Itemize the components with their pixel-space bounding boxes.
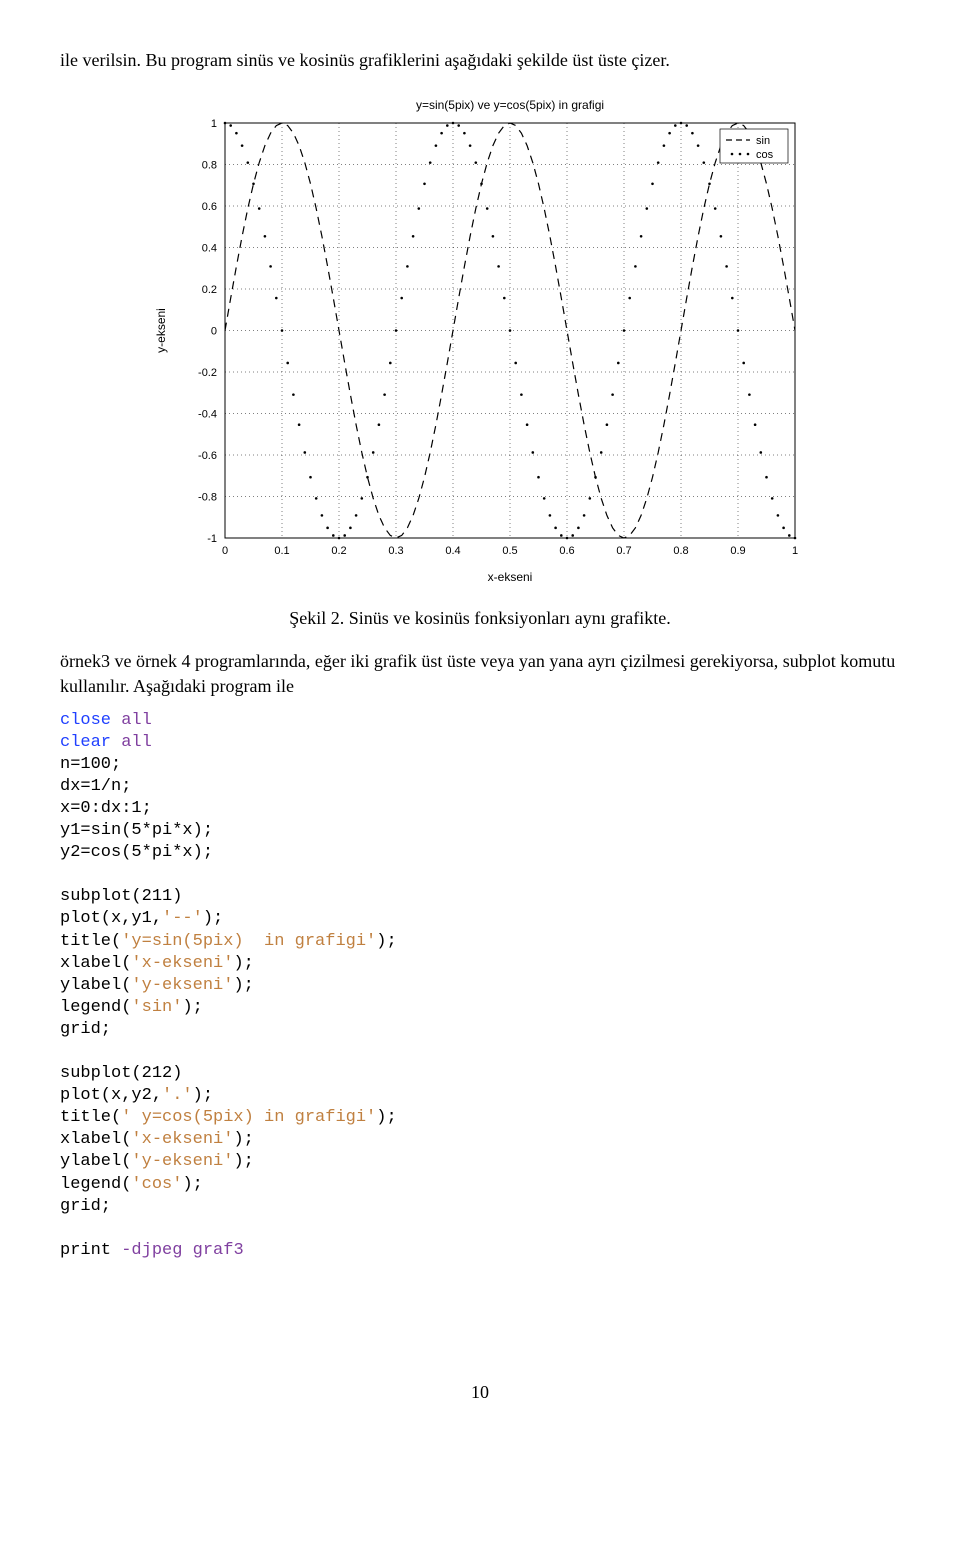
svg-text:y=sin(5pix) ve y=cos(5pix) in: y=sin(5pix) ve y=cos(5pix) in grafigi bbox=[416, 98, 604, 112]
svg-text:1: 1 bbox=[211, 118, 217, 130]
svg-text:0.3: 0.3 bbox=[388, 545, 403, 557]
intro-text: ile verilsin. Bu program sinüs ve kosinü… bbox=[60, 48, 900, 73]
svg-text:0.4: 0.4 bbox=[202, 243, 217, 255]
svg-text:0.2: 0.2 bbox=[331, 545, 346, 557]
svg-text:-1: -1 bbox=[207, 533, 217, 545]
svg-text:y-ekseni: y-ekseni bbox=[154, 308, 168, 353]
svg-text:0: 0 bbox=[211, 326, 217, 338]
svg-text:-0.4: -0.4 bbox=[198, 409, 217, 421]
sin-cos-chart: 0 0.1 0.2 0.3 0.4 0.5 0.6 0.7 0.8 0.9 1 -1 -0.8 -0.6 -… bbox=[145, 93, 815, 593]
svg-text:0: 0 bbox=[222, 545, 228, 557]
svg-text:cos: cos bbox=[756, 149, 774, 161]
svg-text:sin: sin bbox=[756, 135, 770, 147]
svg-text:0.7: 0.7 bbox=[616, 545, 631, 557]
svg-text:0.8: 0.8 bbox=[673, 545, 688, 557]
svg-text:-0.2: -0.2 bbox=[198, 367, 217, 379]
svg-text:0.2: 0.2 bbox=[202, 284, 217, 296]
svg-text:0.9: 0.9 bbox=[730, 545, 745, 557]
svg-text:0.6: 0.6 bbox=[559, 545, 574, 557]
svg-text:x-ekseni: x-ekseni bbox=[488, 570, 533, 584]
svg-text:0.5: 0.5 bbox=[502, 545, 517, 557]
svg-text:0.1: 0.1 bbox=[274, 545, 289, 557]
svg-text:0.6: 0.6 bbox=[202, 201, 217, 213]
svg-text:0.4: 0.4 bbox=[445, 545, 460, 557]
subplot-text: örnek3 ve örnek 4 programlarında, eğer i… bbox=[60, 649, 900, 699]
svg-text:0.8: 0.8 bbox=[202, 160, 217, 172]
figure-caption: Şekil 2. Sinüs ve kosinüs fonksiyonları … bbox=[60, 608, 900, 629]
svg-text:-0.8: -0.8 bbox=[198, 492, 217, 504]
svg-text:1: 1 bbox=[792, 545, 798, 557]
svg-text:-0.6: -0.6 bbox=[198, 450, 217, 462]
page-number: 10 bbox=[60, 1382, 900, 1403]
matlab-code: close all clear all n=100; dx=1/n; x=0:d… bbox=[60, 710, 900, 1262]
